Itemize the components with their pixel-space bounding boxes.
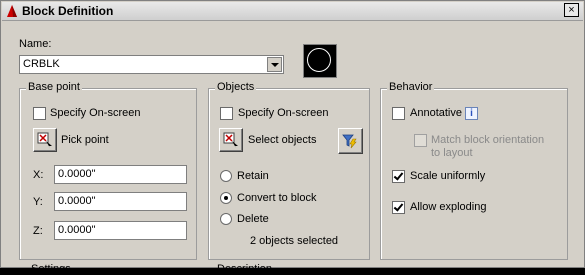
dropdown-arrow-icon[interactable] [267,57,282,72]
base-specify-onscreen-checkbox[interactable] [33,107,46,120]
select-objects-icon [223,132,238,148]
delete-label: Delete [237,213,269,225]
annotative-checkbox[interactable] [392,107,405,120]
behavior-title: Behavior [387,81,435,93]
info-icon[interactable]: i [465,107,478,120]
z-value: 0.0000" [58,224,96,236]
quick-select-button[interactable] [338,128,363,154]
quick-select-filter-icon [342,134,357,149]
objects-specify-onscreen-label: Specify On-screen [238,107,329,119]
match-orientation-label-line1: Match block orientation [431,134,545,146]
y-label: Y: [33,196,43,208]
objects-specify-onscreen-checkbox[interactable] [220,107,233,120]
info-icon-glyph: i [470,108,473,119]
select-objects-label: Select objects [248,134,317,146]
pick-point-label: Pick point [61,134,109,146]
x-input[interactable]: 0.0000" [54,165,187,184]
base-specify-onscreen-label: Specify On-screen [50,107,141,119]
x-label: X: [33,169,44,181]
select-objects-button[interactable] [219,128,243,152]
close-icon: × [568,4,575,16]
settings-group-title: Settings [31,263,71,275]
z-label: Z: [33,225,43,237]
pick-point-button[interactable] [33,128,57,152]
autocad-logo-icon [7,5,17,17]
block-preview [303,44,337,78]
match-orientation-checkbox[interactable] [414,134,427,147]
allow-exploding-checkbox[interactable] [392,201,405,214]
y-value: 0.0000" [58,195,96,207]
retain-radio[interactable] [220,170,232,182]
block-definition-dialog: Block Definition × Name: CRBLK Base poin… [0,0,585,275]
z-input[interactable]: 0.0000" [54,221,187,240]
y-input[interactable]: 0.0000" [54,192,187,211]
description-group-title: Description [217,263,273,275]
retain-label: Retain [237,170,269,182]
match-orientation-label-line2: to layout [431,147,473,159]
delete-radio[interactable] [220,213,232,225]
close-button[interactable]: × [564,3,579,17]
scale-uniformly-label: Scale uniformly [410,170,486,182]
allow-exploding-label: Allow exploding [410,201,487,213]
convert-to-block-radio[interactable] [220,192,232,204]
convert-to-block-label: Convert to block [237,192,317,204]
scale-uniformly-checkbox[interactable] [392,170,405,183]
objects-selected-count: 2 objects selected [250,235,339,247]
objects-title: Objects [215,81,257,93]
pick-point-icon [37,132,52,148]
dialog-title: Block Definition [22,4,114,18]
name-label: Name: [19,38,52,50]
annotative-label: Annotative [410,107,462,119]
base-point-title: Base point [26,81,82,93]
name-value: CRBLK [23,58,60,70]
title-bar[interactable]: Block Definition × [2,2,583,21]
name-combobox[interactable]: CRBLK [19,55,284,74]
x-value: 0.0000" [58,168,96,180]
